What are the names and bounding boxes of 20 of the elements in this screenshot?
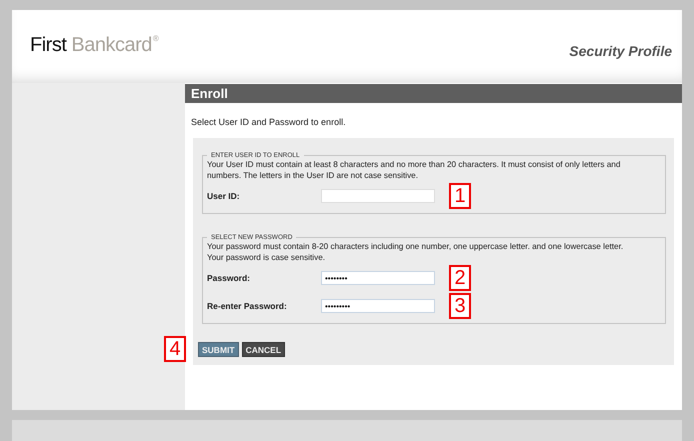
brand-name-suffix: Bankcard	[71, 34, 152, 57]
field-label: Password:	[207, 273, 251, 283]
cancel-button[interactable]: CANCEL	[242, 342, 286, 356]
input-field[interactable]: •••••••••	[321, 299, 435, 313]
input-field[interactable]	[321, 189, 435, 203]
section-title: Enroll	[185, 84, 682, 103]
intro-text: Select User ID and Password to enroll.	[190, 116, 347, 129]
registered-mark: ®	[152, 34, 159, 43]
fieldset-description: Your User ID must contain at least 8 characters and no more than 20 characters. It must consist of only letters and numbers. The letters in the User ID are not case sensitive.	[207, 159, 622, 181]
brand-name: First	[30, 34, 66, 57]
fieldset-description: Your password must contain 8-20 characters including one number, one uppercase letter. and one lowercase letter. Your password is case sensitive.	[207, 241, 624, 263]
field-label: User ID:	[207, 191, 241, 201]
callout-number: 3	[449, 293, 471, 319]
submit-button[interactable]: SUBMIT	[198, 342, 239, 356]
callout-number: 2	[449, 265, 471, 291]
callout-number: 1	[449, 183, 471, 209]
field-label: Re-enter Password:	[207, 301, 288, 311]
callout-number: 4	[164, 336, 186, 362]
page-title: Security Profile	[569, 42, 672, 58]
input-field[interactable]: ••••••••	[321, 271, 435, 285]
